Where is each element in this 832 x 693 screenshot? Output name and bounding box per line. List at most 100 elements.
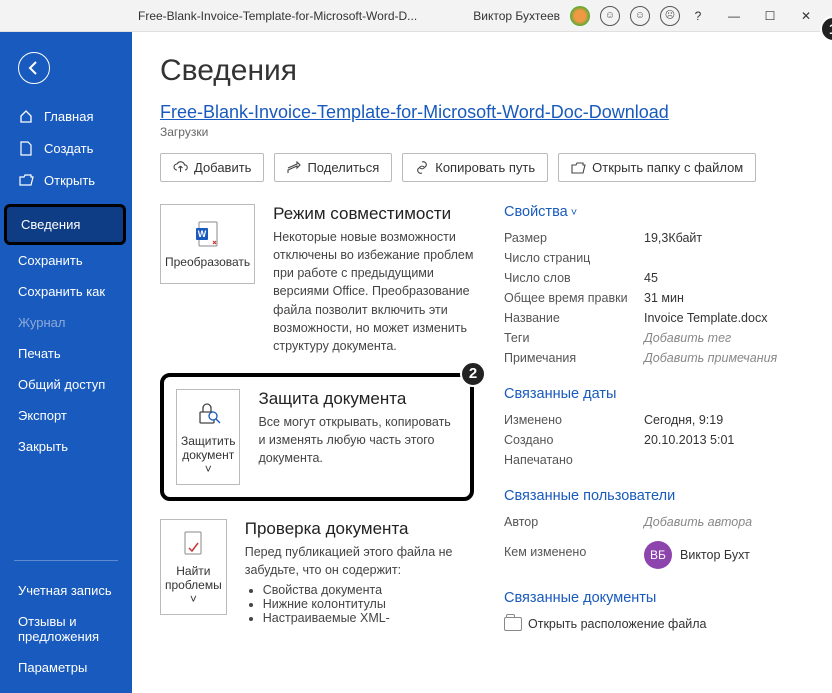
add-author-link[interactable]: Добавить автора (644, 515, 752, 529)
breadcrumb[interactable]: Загрузки (160, 125, 804, 139)
folder-icon (504, 617, 522, 631)
prop-key: Теги (504, 331, 644, 345)
open-folder-button[interactable]: Открыть папку с файлом (558, 153, 756, 182)
add-comments-link[interactable]: Добавить примечания (644, 351, 777, 365)
properties-panel: Свойства Размер19,3Кбайт Число страниц Ч… (504, 204, 804, 652)
sidebar-item-account[interactable]: Учетная запись (0, 575, 132, 606)
prop-key: Название (504, 311, 644, 325)
share-icon (287, 161, 301, 174)
titlebar-user-name[interactable]: Виктор Бухтеев (473, 9, 560, 23)
new-icon (18, 140, 34, 156)
maximize-button[interactable]: ☐ (752, 9, 788, 23)
close-window-button[interactable]: ✕ (788, 9, 824, 23)
inspect-document-button[interactable]: Найти проблемы ˅ (160, 519, 227, 615)
back-button[interactable] (18, 52, 50, 84)
add-tag-link[interactable]: Добавить тег (644, 331, 731, 345)
copy-path-button[interactable]: Копировать путь (402, 153, 548, 182)
prop-key: Общее время правки (504, 291, 644, 305)
open-file-location-link[interactable]: Открыть расположение файла (528, 617, 707, 631)
prop-key: Число слов (504, 271, 644, 285)
document-check-icon (178, 528, 208, 558)
prop-value: Invoice Template.docx (644, 311, 767, 325)
callout-badge-2: 2 (460, 361, 486, 387)
sidebar-item-info[interactable]: Сведения (4, 204, 126, 245)
protect-section: Защитить документ ˅ Защита документа Все… (176, 389, 458, 485)
sidebar-item-label: Общий доступ (18, 377, 105, 392)
prop-key: Примечания (504, 351, 644, 365)
sidebar-item-history: Журнал (0, 307, 132, 338)
svg-text:W: W (197, 229, 206, 239)
inspect-item: Настраиваемые XML- (263, 611, 474, 625)
inspect-section: Найти проблемы ˅ Проверка документа Пере… (160, 519, 474, 625)
sidebar-item-options[interactable]: Параметры (0, 652, 132, 683)
sidebar-item-close[interactable]: Закрыть (0, 431, 132, 462)
sidebar-item-label: Сведения (21, 217, 80, 232)
sidebar-item-share[interactable]: Общий доступ (0, 369, 132, 400)
related-dates-header: Связанные даты (504, 386, 804, 402)
prop-key: Автор (504, 515, 644, 529)
section-body: Все могут открывать, копировать и изменя… (258, 413, 458, 467)
sidebar-item-label: Учетная запись (18, 583, 112, 598)
sidebar-item-label: Главная (44, 109, 93, 124)
section-body: Перед публикацией этого файла не забудьт… (245, 543, 474, 579)
share-button[interactable]: Поделиться (274, 153, 392, 182)
button-label: Найти проблемы ˅ (165, 564, 222, 606)
button-label: Добавить (194, 160, 251, 175)
arrow-left-icon (26, 60, 42, 76)
face-sad-icon[interactable]: ☹ (660, 6, 680, 26)
convert-button[interactable]: W Преобразовать (160, 204, 255, 284)
section-heading: Режим совместимости (273, 204, 474, 224)
section-body: Некоторые новые возможности отключены во… (273, 228, 474, 355)
action-row: Добавить Поделиться Копировать путь Откр… (160, 153, 804, 182)
link-icon (415, 161, 429, 174)
button-label: Открыть папку с файлом (592, 160, 743, 175)
section-heading: Проверка документа (245, 519, 474, 539)
upload-button[interactable]: Добавить (160, 153, 264, 182)
sidebar-item-label: Создать (44, 141, 93, 156)
sidebar-item-label: Экспорт (18, 408, 67, 423)
sidebar-item-open[interactable]: Открыть (0, 164, 132, 196)
avatar[interactable] (570, 6, 590, 26)
titlebar-doc-name: Free-Blank-Invoice-Template-for-Microsof… (138, 9, 417, 23)
folder-open-icon (18, 172, 34, 188)
inspect-item: Свойства документа (263, 583, 474, 597)
prop-value: 19,3Кбайт (644, 231, 702, 245)
prop-key: Создано (504, 433, 644, 447)
cloud-upload-icon (173, 161, 188, 174)
prop-key: Изменено (504, 413, 644, 427)
properties-header[interactable]: Свойства (504, 204, 804, 220)
sidebar-item-print[interactable]: Печать (0, 338, 132, 369)
help-icon[interactable]: ? (680, 9, 716, 23)
prop-value: 20.10.2013 5:01 (644, 433, 734, 447)
button-label: Защитить документ ˅ (181, 434, 235, 476)
face-neutral-icon[interactable]: ☺ (600, 6, 620, 26)
prop-value: Сегодня, 9:19 (644, 413, 723, 427)
sidebar-item-saveas[interactable]: Сохранить как (0, 276, 132, 307)
button-label: Поделиться (307, 160, 379, 175)
sidebar-item-export[interactable]: Экспорт (0, 400, 132, 431)
sidebar-item-label: Открыть (44, 173, 95, 188)
prop-key: Число страниц (504, 251, 644, 265)
folder-icon (571, 162, 586, 174)
sidebar-item-label: Отзывы и предложения (18, 614, 132, 644)
sidebar-item-home[interactable]: Главная (0, 100, 132, 132)
prop-value: 45 (644, 271, 658, 285)
protect-document-button[interactable]: Защитить документ ˅ (176, 389, 240, 485)
titlebar: Free-Blank-Invoice-Template-for-Microsof… (0, 0, 832, 32)
protect-highlight: 2 Защитить документ ˅ Защита документа В… (160, 373, 474, 501)
minimize-button[interactable]: — (716, 9, 752, 23)
face-smile-icon[interactable]: ☺ (630, 6, 650, 26)
home-icon (18, 108, 34, 124)
sidebar-item-feedback[interactable]: Отзывы и предложения (0, 606, 132, 652)
button-label: Преобразовать (165, 255, 250, 269)
backstage-sidebar: Главная Создать Открыть Сведения 1 Сохра… (0, 32, 132, 693)
prop-value: ВБ Виктор Бухт (644, 535, 750, 569)
user-avatar-initials: ВБ (644, 541, 672, 569)
document-name-link[interactable]: Free-Blank-Invoice-Template-for-Microsof… (160, 102, 804, 123)
page-title: Сведения (160, 54, 804, 88)
sidebar-item-label: Параметры (18, 660, 87, 675)
sidebar-item-new[interactable]: Создать (0, 132, 132, 164)
prop-key: Размер (504, 231, 644, 245)
sidebar-item-save[interactable]: Сохранить (0, 245, 132, 276)
user-name: Виктор Бухт (680, 548, 750, 562)
